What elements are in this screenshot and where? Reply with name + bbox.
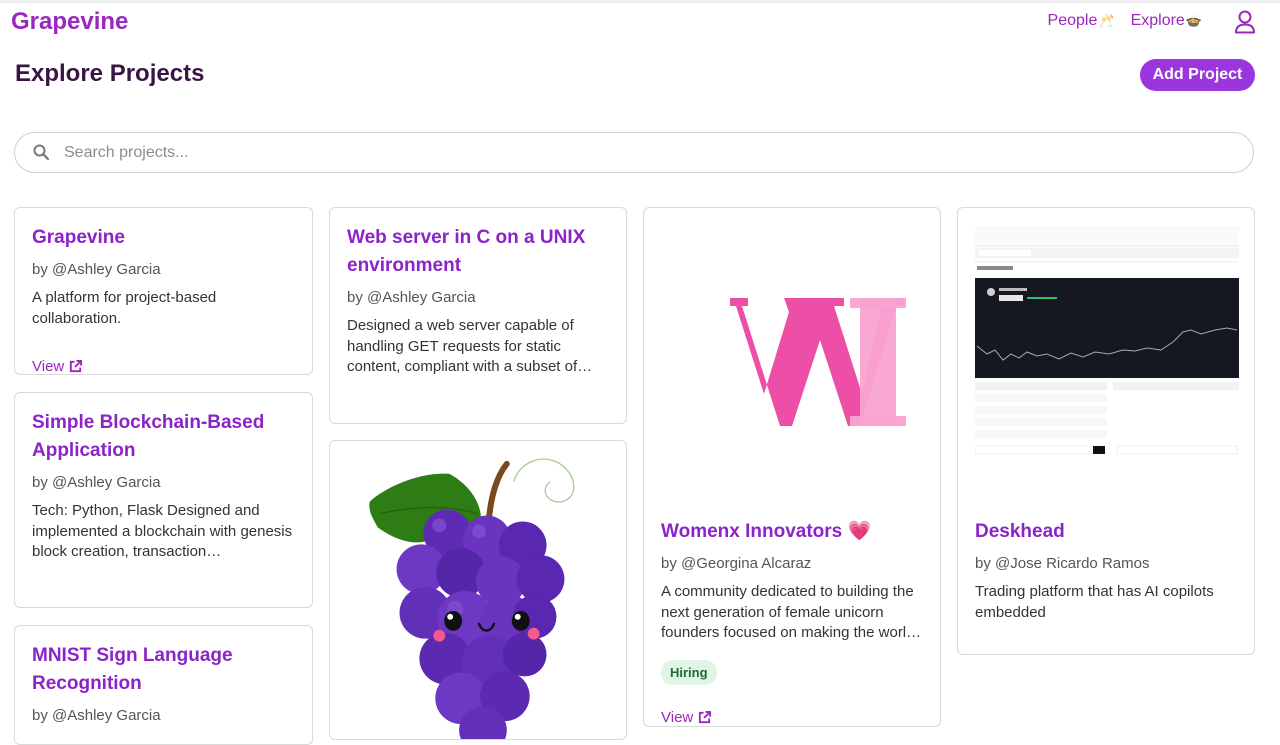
view-label: View	[32, 358, 65, 375]
add-project-button[interactable]: Add Project	[1140, 59, 1255, 91]
project-description: A platform for project-based collaborati…	[32, 289, 217, 327]
clinking-glasses-icon: 🥂	[1098, 13, 1115, 28]
grape-mascot-image	[369, 458, 575, 739]
project-card-grape-image[interactable]	[329, 440, 627, 740]
top-border	[0, 0, 1280, 3]
project-card-blockchain[interactable]: Simple Blockchain-Based Application by @…	[14, 392, 313, 608]
external-link-icon	[70, 359, 83, 373]
pot-of-food-icon: 🍲	[1185, 13, 1202, 28]
project-card-deskhead[interactable]: Deskhead by @Jose Ricardo Ramos Trading …	[957, 207, 1255, 655]
project-description: A community dedicated to building the ne…	[661, 583, 915, 641]
project-author[interactable]: by @Ashley Garcia	[32, 260, 295, 280]
nav-explore-link[interactable]: Explore 🍲	[1131, 12, 1202, 30]
project-card-womenx[interactable]: Womenx Innovators 💗 by @Georgina Alcaraz…	[643, 207, 941, 727]
project-author[interactable]: by @Ashley Garcia	[347, 288, 609, 308]
project-author[interactable]: by @Ashley Garcia	[32, 473, 295, 493]
view-label: View	[661, 708, 694, 726]
project-title[interactable]: Grapevine	[32, 224, 295, 252]
grape-tendril	[513, 458, 575, 503]
project-title[interactable]: Deskhead	[975, 518, 1237, 546]
user-profile-icon[interactable]	[1234, 10, 1256, 39]
external-link-icon	[699, 710, 712, 723]
project-title[interactable]: MNIST Sign Language Recognition	[32, 642, 295, 698]
search-icon	[32, 143, 50, 166]
project-author[interactable]: by @Jose Ricardo Ramos	[975, 554, 1237, 574]
search-bar[interactable]	[14, 132, 1254, 173]
nav-explore-label: Explore	[1130, 12, 1185, 29]
project-description: Tech: Python, Flask Designed and impleme…	[32, 502, 293, 560]
deskhead-screenshot-image	[974, 226, 1239, 488]
deskhead-chart-panel	[975, 278, 1239, 378]
project-author[interactable]: by @Georgina Alcaraz	[661, 554, 923, 574]
project-description: Trading platform that has AI copilots em…	[975, 583, 1214, 621]
brand-logo[interactable]: Grapevine	[11, 8, 128, 36]
project-title[interactable]: Web server in C on a UNIX environment	[347, 224, 609, 280]
hiring-badge: Hiring	[661, 659, 717, 685]
nav-people-link[interactable]: People 🥂	[1048, 12, 1115, 30]
project-title[interactable]: Simple Blockchain-Based Application	[32, 409, 295, 465]
project-title[interactable]: Womenx Innovators 💗	[661, 518, 923, 546]
womenx-logo-image	[644, 208, 940, 488]
project-author[interactable]: by @Ashley Garcia	[32, 706, 295, 726]
grape-stem	[485, 460, 510, 523]
view-link[interactable]: View	[661, 709, 712, 726]
search-input[interactable]	[62, 142, 1166, 163]
page-title: Explore Projects	[15, 60, 205, 87]
womenx-logo-i	[860, 298, 896, 426]
nav-people-label: People	[1047, 12, 1098, 29]
project-description: Designed a web server capable of handlin…	[347, 317, 578, 375]
project-card-grapevine[interactable]: Grapevine by @Ashley Garcia A platform f…	[14, 207, 313, 375]
project-card-webserver[interactable]: Web server in C on a UNIX environment by…	[329, 207, 627, 424]
view-link[interactable]: View	[32, 358, 83, 375]
project-card-mnist[interactable]: MNIST Sign Language Recognition by @Ashl…	[14, 625, 313, 745]
